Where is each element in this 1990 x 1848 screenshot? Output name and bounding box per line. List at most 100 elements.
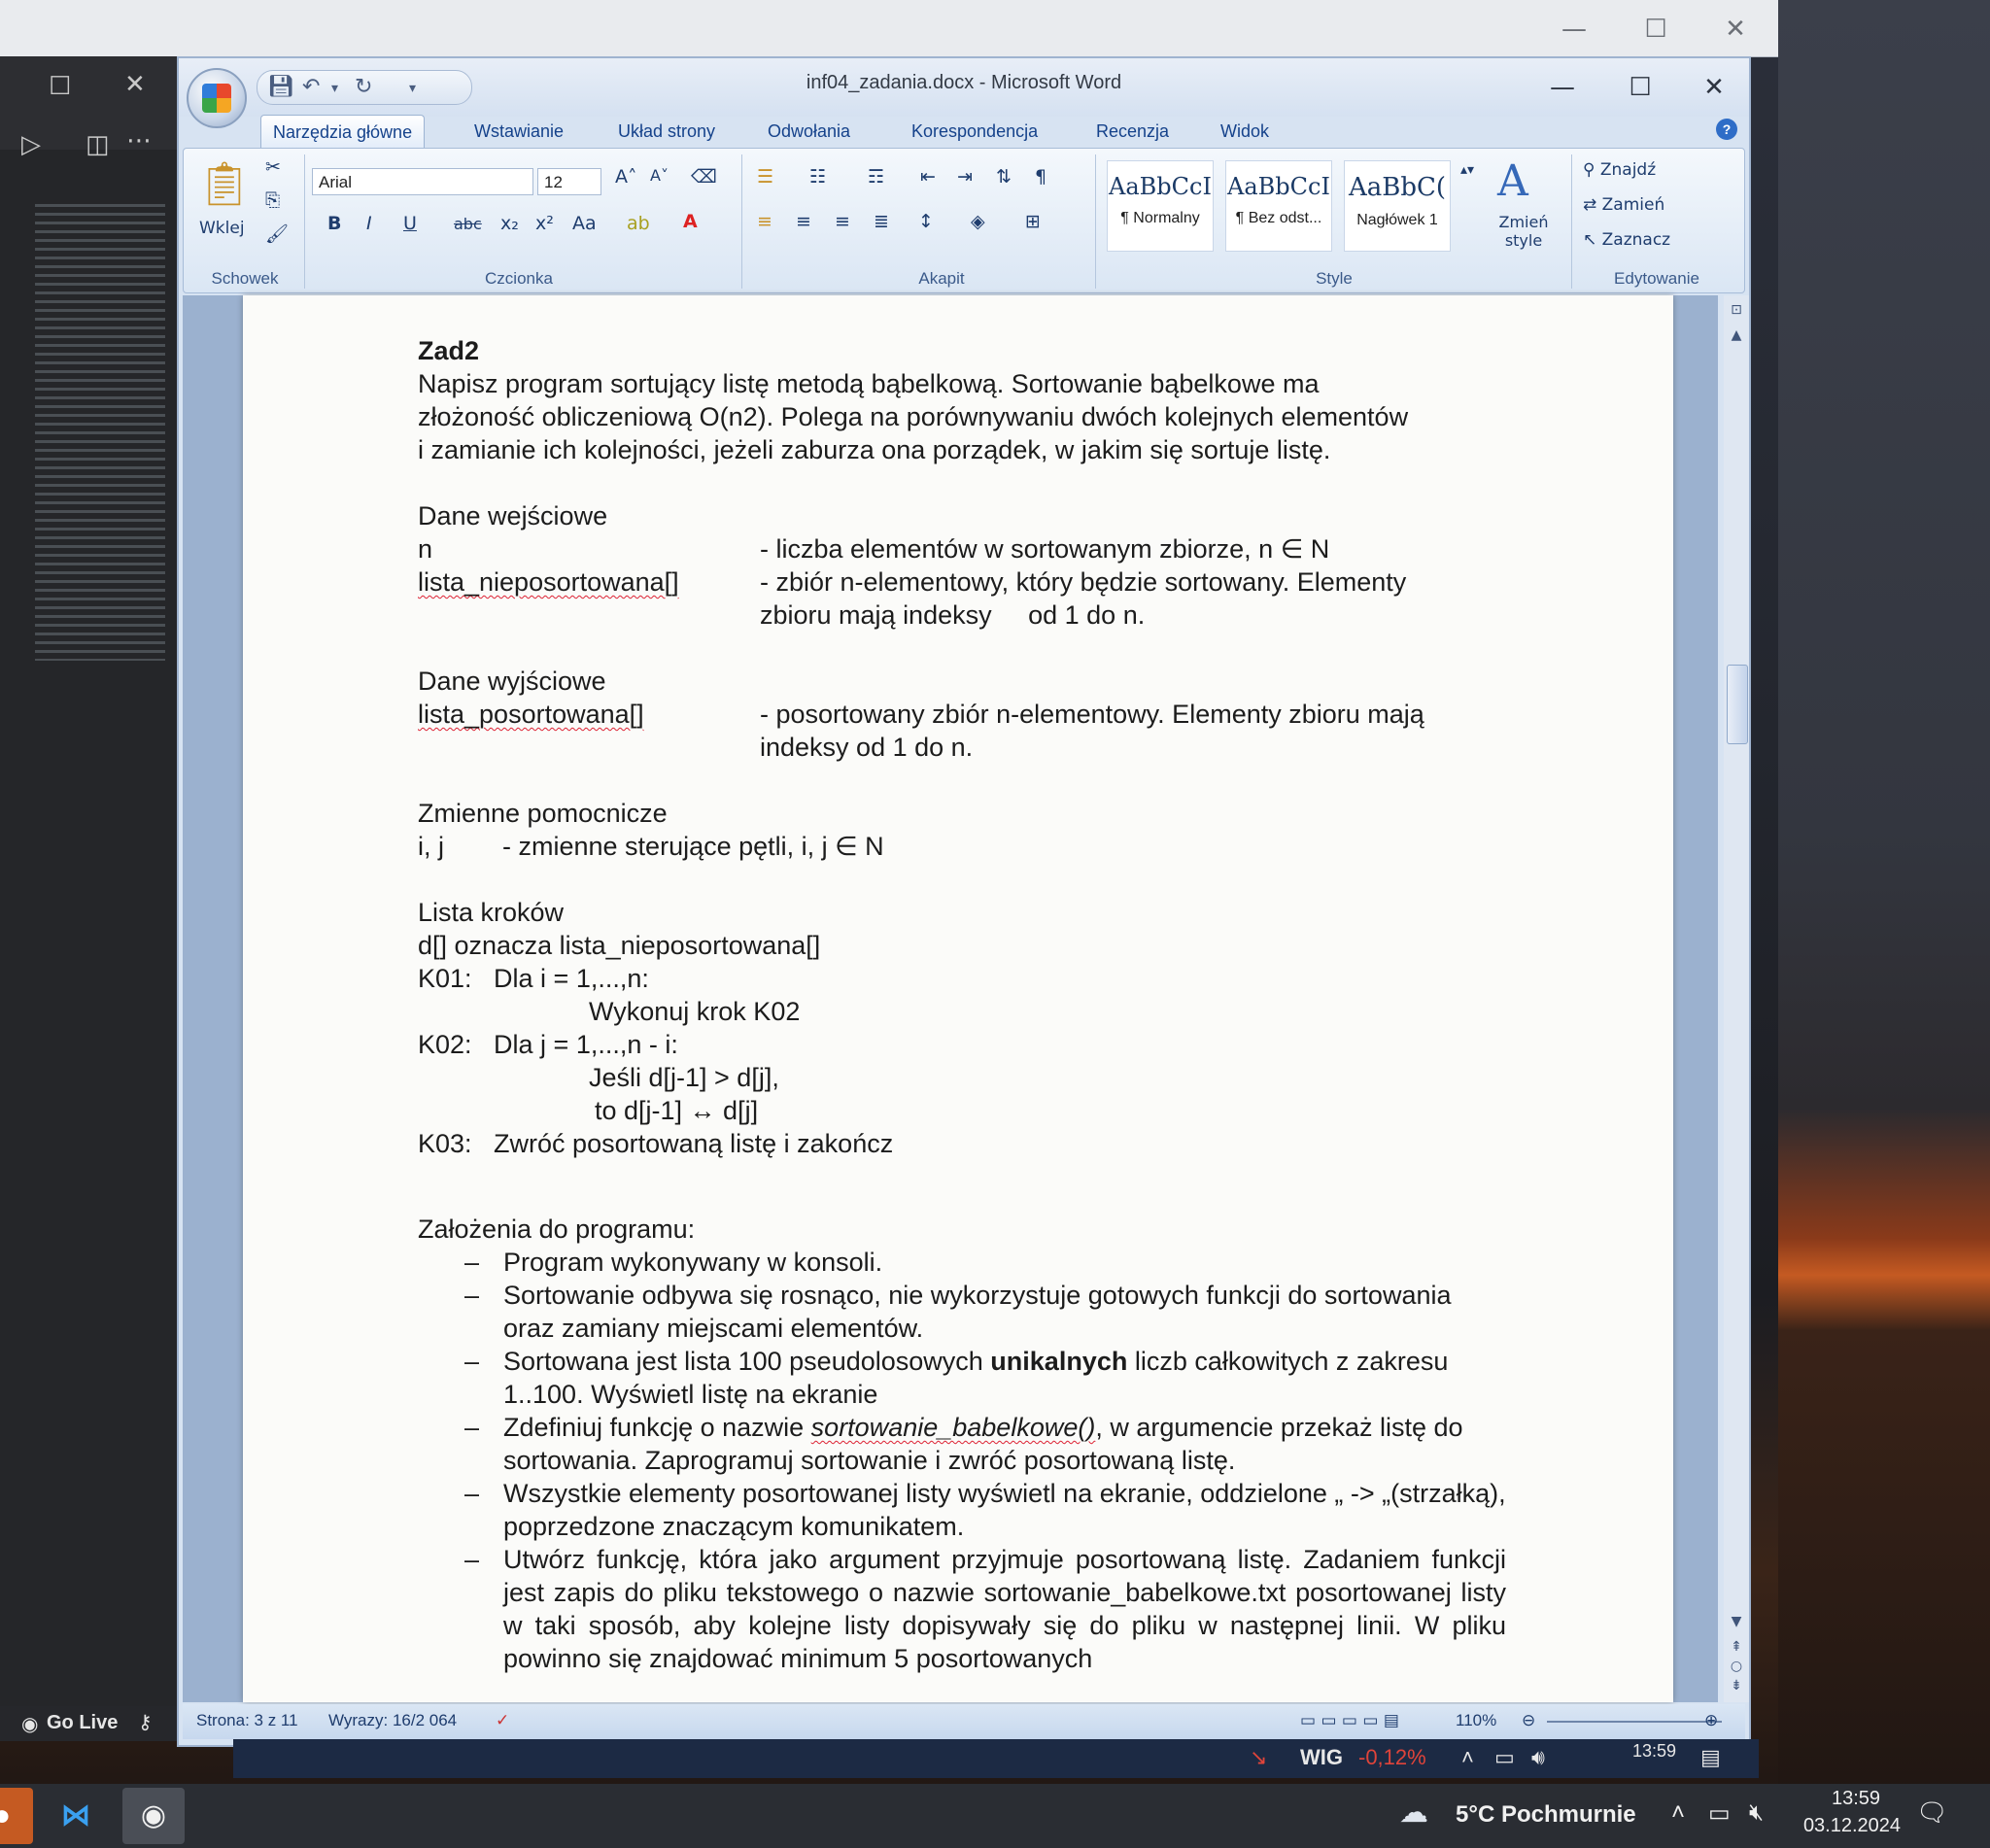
show-formatting-icon[interactable]: ¶ [1035,166,1046,188]
superscript-icon[interactable]: x² [535,213,554,234]
strikethrough-icon[interactable]: abc [454,215,482,233]
vertical-scrollbar[interactable]: ⊡ ▲ ▼ ⇞ ○ ⇟ [1724,295,1749,1702]
remote-app-icon[interactable]: ◉ [122,1788,185,1844]
browser-app-icon[interactable]: ● [0,1788,33,1844]
line-spacing-icon[interactable]: ↕ [918,211,934,232]
font-color-icon[interactable]: A [683,211,698,232]
maximize-button[interactable]: ☐ [1611,66,1669,109]
key-icon[interactable]: ⚷ [138,1710,153,1734]
stock-ticker[interactable]: WIG [1300,1745,1343,1770]
undo-icon[interactable]: ↶ [302,75,320,99]
align-left-icon[interactable]: ≡ [757,211,772,232]
speaker-icon[interactable]: 🔊︎ [1531,1745,1545,1770]
multilevel-list-icon[interactable]: ☶ [868,166,884,188]
undo-dropdown-icon[interactable]: ▾ [331,81,338,96]
numbering-icon[interactable]: ☷ [809,166,826,188]
notifications-icon[interactable]: ▤ [1700,1745,1721,1770]
outer-close-button[interactable]: ✕ [1706,8,1765,51]
inner-clock[interactable]: 13:59 [1632,1741,1676,1762]
weather-widget[interactable]: 5°C Pochmurnie [1456,1801,1636,1829]
tab-review[interactable]: Recenzja [1084,115,1181,148]
close-icon[interactable]: ✕ [124,70,146,99]
align-right-icon[interactable]: ≡ [835,211,850,232]
word-count[interactable]: Wyrazy: 16/2 064 [328,1711,457,1730]
page-indicator[interactable]: Strona: 3 z 11 [196,1711,298,1730]
scroll-thumb[interactable] [1727,665,1748,744]
style-no-spacing[interactable]: AaBbCcI ¶ Bez odst... [1225,160,1332,252]
format-painter-icon[interactable]: 🖌︎ [265,222,289,245]
mute-icon[interactable]: 🔇︎ [1749,1799,1764,1827]
clock-date[interactable]: 03.12.2024 [1794,1815,1910,1837]
customize-qat-icon[interactable]: ▾ [409,81,416,96]
document-page[interactable]: Zad2 Napisz program sortujący listę meto… [243,295,1673,1702]
change-styles-icon[interactable]: A [1497,156,1528,206]
zoom-out-icon[interactable]: ⊖ [1522,1711,1535,1730]
scroll-down-icon[interactable]: ▼ [1726,1611,1747,1632]
bold-icon[interactable]: B [327,213,341,234]
help-icon[interactable]: ? [1716,119,1737,140]
paste-button[interactable]: Wklej [199,219,245,238]
redo-icon[interactable]: ↻ [355,75,372,99]
tab-view[interactable]: Widok [1209,115,1281,148]
scroll-up-icon[interactable]: ▲ [1726,325,1747,346]
view-buttons[interactable]: ▭ ▭ ▭ ▭ ▤ [1300,1711,1399,1730]
shading-icon[interactable]: ◈ [971,211,985,232]
proofing-icon[interactable]: ✓ [496,1711,509,1730]
tab-insert[interactable]: Wstawianie [463,115,575,148]
underline-icon[interactable]: U [403,213,417,234]
select-button[interactable]: ↖ Zaznacz [1583,230,1670,250]
copy-icon[interactable]: ⎘ [265,189,280,211]
increase-indent-icon[interactable]: ⇥ [957,166,973,188]
ruler-toggle-icon[interactable]: ⊡ [1726,299,1747,321]
styles-scroll-icon[interactable]: ▴▾ [1460,162,1474,178]
go-live-button[interactable]: Go Live [47,1712,118,1734]
font-name-combo[interactable]: Arial [312,168,533,195]
tab-references[interactable]: Odwołania [756,115,862,148]
style-normal[interactable]: AaBbCcI ¶ Normalny [1107,160,1214,252]
close-button[interactable]: ✕ [1685,66,1743,109]
style-heading-1[interactable]: AaBbC( Nagłówek 1 [1344,160,1451,252]
zoom-in-icon[interactable]: ⊕ [1704,1711,1718,1730]
vscode-app-icon[interactable]: ⋈ [45,1788,107,1844]
tab-home[interactable]: Narzędzia główne [260,115,426,149]
action-center-icon[interactable]: 🗨︎ [1916,1797,1948,1828]
decrease-indent-icon[interactable]: ⇤ [920,166,936,188]
run-icon[interactable]: ▷ [21,130,41,159]
restore-icon[interactable]: ☐ [49,72,71,101]
change-case-icon[interactable]: Aa [572,213,597,234]
zoom-slider[interactable] [1547,1721,1722,1723]
shrink-font-icon[interactable]: A˅ [650,166,669,185]
replace-button[interactable]: ⇄ Zamień [1583,195,1664,215]
font-size-combo[interactable]: 12 [537,168,601,195]
highlight-icon[interactable]: ab [627,213,650,234]
clear-formatting-icon[interactable]: ⌫ [691,166,717,188]
network-icon[interactable]: ▭ [1708,1799,1731,1828]
outer-maximize-button[interactable]: ☐ [1627,8,1685,51]
tab-page-layout[interactable]: Układ strony [606,115,727,148]
previous-page-icon[interactable]: ⇞ [1726,1636,1747,1658]
change-styles-button[interactable]: Zmień style [1490,213,1558,250]
paste-icon[interactable]: 📋︎ [197,158,252,209]
align-center-icon[interactable]: ≡ [796,211,811,232]
zoom-level[interactable]: 110% [1456,1711,1496,1730]
find-button[interactable]: ⚲ Znajdź [1583,160,1656,180]
next-page-icon[interactable]: ⇟ [1726,1675,1747,1696]
tray-chevron-icon[interactable]: ˄ [1671,1799,1685,1827]
cut-icon[interactable]: ✂ [265,156,281,178]
grow-font-icon[interactable]: A˄ [615,166,637,188]
tray-chevron-icon[interactable]: ˄ [1461,1745,1474,1770]
sort-icon[interactable]: ⇅ [996,166,1012,188]
minimize-button[interactable]: — [1533,66,1592,109]
italic-icon[interactable]: I [366,213,372,234]
clock-time[interactable]: 13:59 [1817,1788,1895,1810]
justify-icon[interactable]: ≣ [874,211,889,232]
bullets-icon[interactable]: ☰ [757,166,773,188]
subscript-icon[interactable]: x₂ [500,213,519,234]
more-icon[interactable]: ⋯ [126,126,152,155]
save-icon[interactable]: 💾︎ [267,75,294,99]
outer-minimize-button[interactable]: — [1545,8,1603,51]
split-editor-icon[interactable]: ◫ [86,130,110,159]
browse-object-icon[interactable]: ○ [1726,1656,1747,1677]
borders-icon[interactable]: ⊞ [1025,211,1041,232]
tab-mailings[interactable]: Korespondencja [900,115,1049,148]
